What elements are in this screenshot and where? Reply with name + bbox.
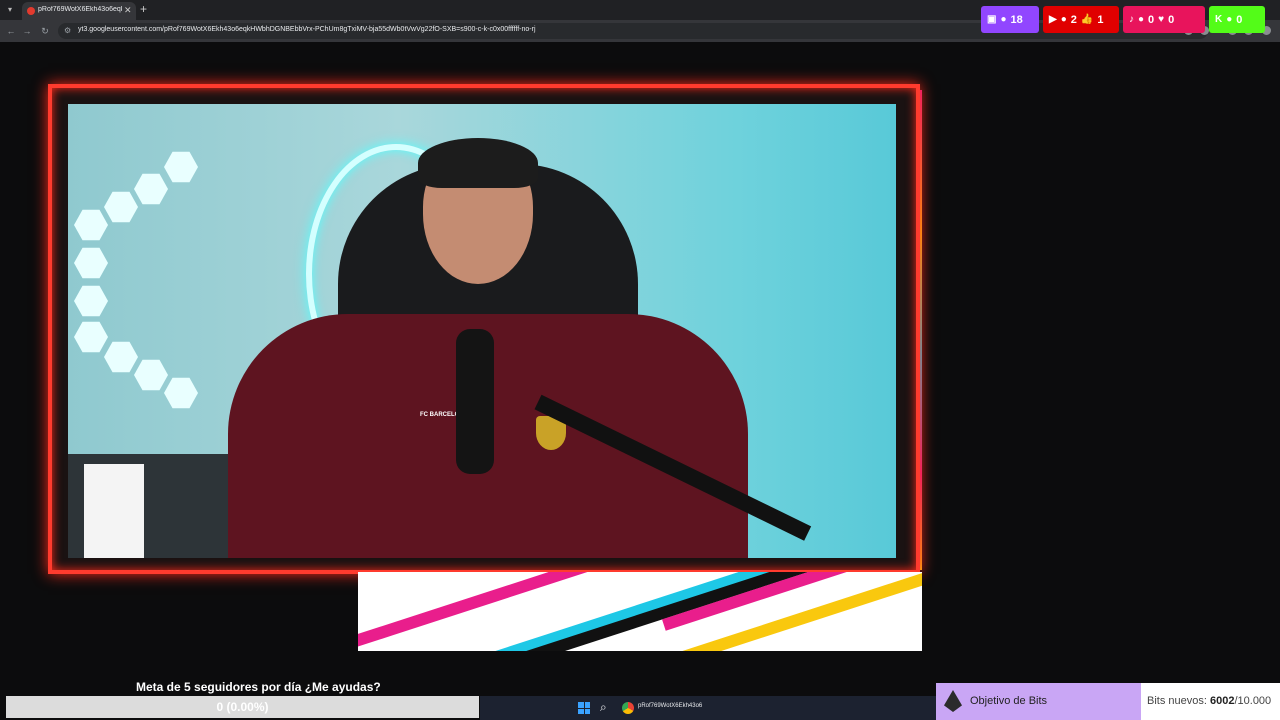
hex-light-icon (74, 321, 108, 353)
hex-light-icon (74, 209, 108, 241)
tiktok-counter: ♪ ● 0 ♥ 0 (1123, 6, 1205, 33)
bits-goal-widget: Objetivo de Bits Bits nuevos: 6002/10.00… (936, 683, 1280, 720)
favicon-icon (27, 7, 35, 15)
bits-goal-label: Objetivo de Bits (970, 695, 1048, 707)
microphone (456, 329, 494, 474)
viewer-icon: ● (1226, 14, 1233, 25)
hex-light-icon (104, 191, 138, 223)
chrome-icon[interactable] (622, 702, 634, 714)
youtube-icon: ▶ (1049, 14, 1057, 25)
bottom-artwork (358, 572, 922, 651)
tiktok-like-count: 0 (1168, 13, 1175, 26)
youtube-like-count: 1 (1097, 13, 1104, 26)
bits-goal-progress: Bits nuevos: 6002/10.000 (1141, 683, 1280, 720)
site-info-icon[interactable]: ⚙ (64, 26, 71, 35)
game-console (84, 464, 144, 558)
kick-counter: K ● 0 (1209, 6, 1265, 33)
tiktok-viewer-count: 0 (1148, 13, 1155, 26)
bits-current: 6002 (1209, 695, 1235, 707)
hex-light-icon (104, 341, 138, 373)
viewer-icon: ● (1060, 14, 1067, 25)
tiktok-icon: ♪ (1129, 14, 1134, 25)
hex-light-icon (134, 359, 168, 391)
webcam-feed: FC BARCELONA (68, 104, 896, 558)
taskbar-window-label[interactable]: pRof769WotX6Ekh43o6 (638, 703, 702, 709)
bits-goal-header: Objetivo de Bits (936, 683, 1141, 720)
viewer-icon: ● (1000, 14, 1007, 25)
twitch-icon: ▣ (987, 14, 997, 25)
browser-tab[interactable]: pRof769WotX6Ekh43o6eqkHW ✕ (22, 2, 136, 20)
kick-viewer-count: 0 (1236, 13, 1243, 26)
hex-light-icon (134, 173, 168, 205)
windows-start-icon[interactable] (578, 702, 590, 714)
back-icon[interactable]: ← (4, 24, 18, 38)
heart-icon: ♥ (1158, 14, 1165, 25)
hex-light-icon (74, 247, 108, 279)
follower-goal-progress: 0 (0.00%) (216, 700, 269, 714)
kick-icon: K (1215, 14, 1223, 25)
close-tab-icon[interactable]: ✕ (124, 5, 132, 16)
tab-list-chevron-icon[interactable]: ▾ (4, 4, 16, 16)
twitch-counter: ▣ ● 18 (981, 6, 1039, 33)
os-taskbar: ⌕ pRof769WotX6Ekh43o6 (480, 696, 936, 720)
thumbs-up-icon: 👍 (1080, 14, 1094, 25)
url-text: yt3.googleusercontent.com/pRof769WotX6Ek… (78, 26, 536, 33)
follower-goal-title: Meta de 5 seguidores por día ¿Me ayudas? (136, 680, 381, 694)
forward-icon[interactable]: → (20, 24, 34, 38)
hex-light-icon (164, 377, 198, 409)
hex-light-icon (164, 151, 198, 183)
search-icon[interactable]: ⌕ (600, 700, 607, 715)
youtube-counter: ▶ ● 2 👍 1 (1043, 6, 1119, 33)
hex-light-icon (74, 285, 108, 317)
viewer-icon: ● (1138, 14, 1145, 25)
twitch-viewer-count: 18 (1010, 13, 1023, 26)
bits-gem-icon (944, 690, 962, 712)
streamer-hair (418, 138, 538, 188)
new-tab-icon[interactable]: + (140, 2, 147, 16)
tab-title: pRof769WotX6Ekh43o6eqkHW (38, 6, 122, 13)
reload-icon[interactable]: ↻ (38, 24, 52, 38)
bits-prefix: Bits nuevos: (1147, 695, 1207, 707)
youtube-viewer-count: 2 (1070, 13, 1077, 26)
follower-goal-bar: 0 (0.00%) (6, 696, 479, 718)
bits-target: /10.000 (1234, 695, 1272, 707)
